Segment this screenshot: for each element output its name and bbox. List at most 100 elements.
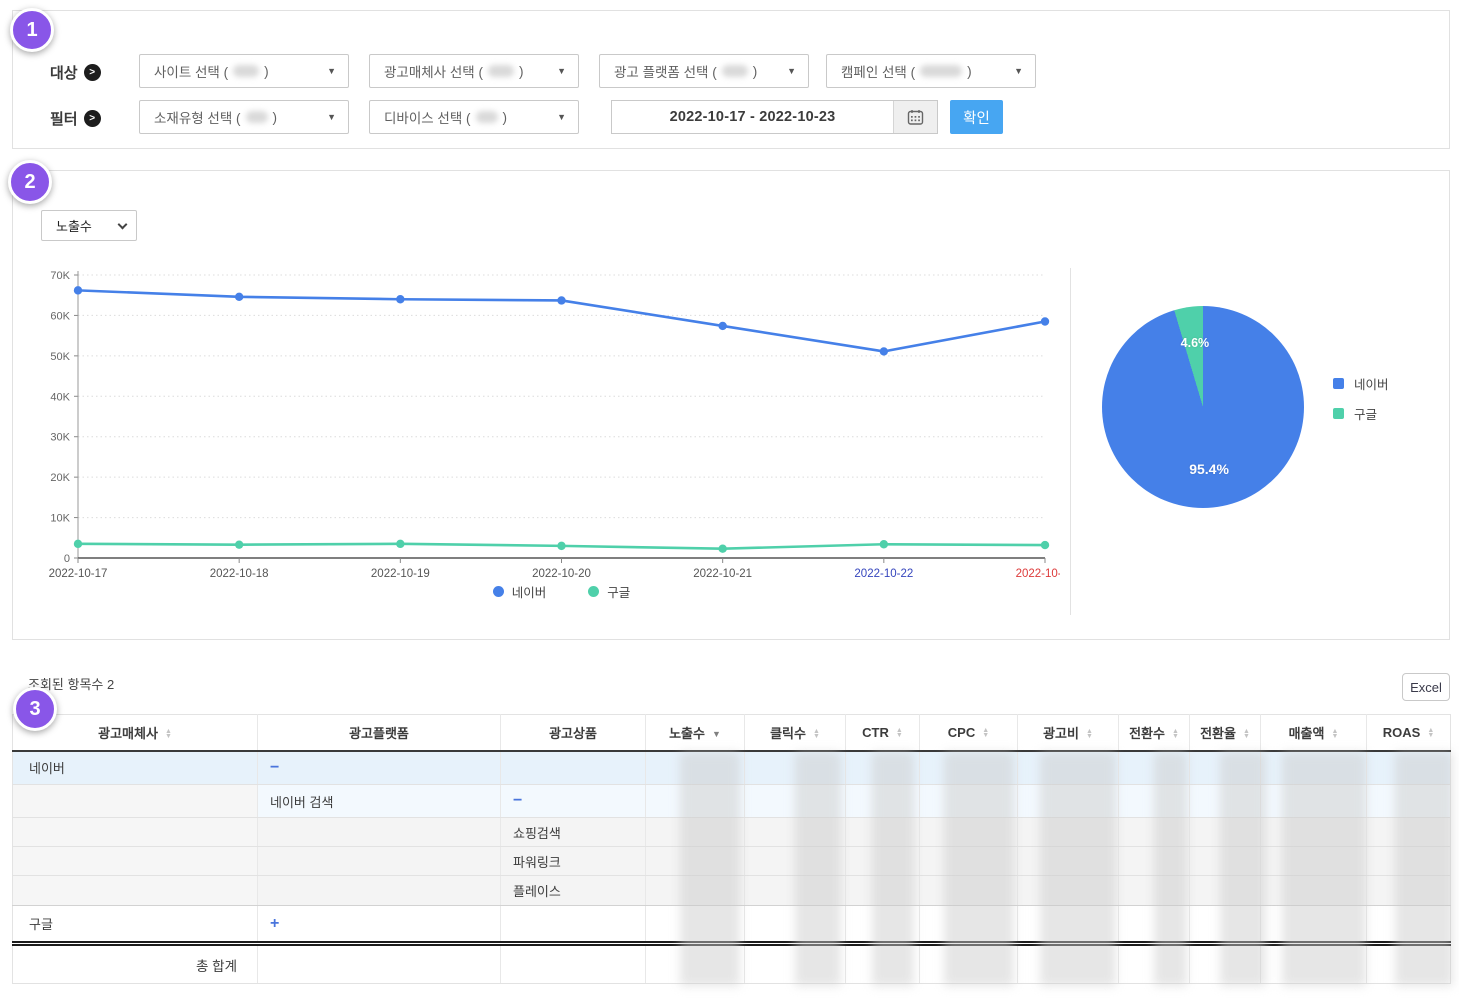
sort-icon: ▲▼ [1331,729,1338,740]
media-cell [13,818,258,847]
platform-select[interactable]: 광고 플랫폼 선택 () ▼ [599,54,809,88]
footer-cell [646,944,745,984]
caret-down-icon: ▼ [327,112,336,122]
redacted-cell [1018,876,1119,906]
collapse-icon[interactable]: − [270,759,279,776]
platform-cell[interactable]: + [258,906,501,944]
redacted-cell [1261,876,1367,906]
column-header-3[interactable]: 노출수▼ [646,715,745,751]
metric-select[interactable]: 노출수 [41,210,137,241]
expand-icon[interactable]: + [270,915,279,932]
product-cell: 파워링크 [501,847,646,876]
sort-icon: ▲▼ [1172,729,1179,740]
sort-desc-icon: ▼ [712,729,721,739]
masked-value [233,65,259,77]
chart-divider [1070,268,1071,615]
legend-item-google: 구글 [1333,404,1389,423]
redacted-cell [1119,906,1190,944]
redacted-cell [920,906,1018,944]
legend-item-google: 구글 [588,582,630,601]
target-label-text: 대상 [50,62,78,83]
calendar-icon-button[interactable] [893,101,937,133]
column-header-4[interactable]: 클릭수▲▼ [745,715,846,751]
redacted-cell [846,876,920,906]
chevron-right-circle-icon: > [84,64,101,81]
report-table-wrapper: 광고매체사▲▼광고플랫폼광고상품노출수▼클릭수▲▼CTR▲▼CPC▲▼광고비▲▼… [12,714,1450,984]
column-header-2: 광고상품 [501,715,646,751]
creative-type-select[interactable]: 소재유형 선택 () ▼ [139,100,349,134]
redacted-cell [1367,876,1451,906]
campaign-select[interactable]: 캠페인 선택 () ▼ [826,54,1036,88]
table-footer-row: 총 합계 [13,944,1451,984]
column-header-11[interactable]: ROAS▲▼ [1367,715,1451,751]
svg-text:60K: 60K [50,310,70,322]
line-chart: 010K20K30K40K50K60K70K2022-10-172022-10-… [30,266,1060,600]
media-cell [13,876,258,906]
redacted-cell [745,785,846,818]
device-select[interactable]: 디바이스 선택 () ▼ [369,100,579,134]
footer-cell [1119,944,1190,984]
footer-cell [258,944,501,984]
caret-down-icon: ▼ [557,112,566,122]
platform-cell[interactable]: − [258,751,501,785]
filter-row-label: 필터 > [50,108,101,129]
column-header-5[interactable]: CTR▲▼ [846,715,920,751]
media-cell [13,847,258,876]
redacted-cell [1119,847,1190,876]
product-cell [501,751,646,785]
table-header-row: 광고매체사▲▼광고플랫폼광고상품노출수▼클릭수▲▼CTR▲▼CPC▲▼광고비▲▼… [13,715,1451,751]
redacted-cell [1018,818,1119,847]
platform-cell: 네이버 검색 [258,785,501,818]
column-header-6[interactable]: CPC▲▼ [920,715,1018,751]
redacted-cell [920,785,1018,818]
sort-icon: ▲▼ [982,728,989,739]
legend-square-icon [1333,378,1344,389]
footer-cell [846,944,920,984]
footer-cell [1190,944,1261,984]
footer-label: 총 합계 [13,944,258,984]
footer-cell [745,944,846,984]
redacted-cell [1367,818,1451,847]
legend-item-naver: 네이버 [1333,374,1389,393]
redacted-cell [846,751,920,785]
redacted-cell [745,818,846,847]
chevron-down-icon [118,219,128,229]
redacted-cell [1119,818,1190,847]
confirm-button[interactable]: 확인 [950,100,1003,134]
legend-dot-icon [493,586,504,597]
excel-export-button[interactable]: Excel [1402,673,1450,701]
table-row: 구글+ [13,906,1451,944]
redacted-cell [1190,751,1261,785]
site-select[interactable]: 사이트 선택 () ▼ [139,54,349,88]
product-cell: 쇼핑검색 [501,818,646,847]
redacted-cell [920,818,1018,847]
redacted-cell [920,751,1018,785]
svg-text:2022-10-23: 2022-10-23 [1016,568,1060,580]
redacted-cell [920,876,1018,906]
metric-select-value: 노출수 [56,216,92,235]
redacted-cell [1119,785,1190,818]
redacted-cell [1018,847,1119,876]
collapse-icon[interactable]: − [513,792,522,809]
column-header-7[interactable]: 광고비▲▼ [1018,715,1119,751]
column-header-8[interactable]: 전환수▲▼ [1119,715,1190,751]
footer-cell [1018,944,1119,984]
redacted-cell [846,906,920,944]
product-cell[interactable]: − [501,785,646,818]
redacted-cell [1367,906,1451,944]
table-row: 네이버− [13,751,1451,785]
pie-chart: 95.4% 4.6% [1102,306,1304,508]
sort-icon: ▲▼ [1427,728,1434,739]
caret-down-icon: ▼ [327,66,336,76]
date-range-picker[interactable]: 2022-10-17 - 2022-10-23 [611,100,938,134]
redacted-cell [1261,906,1367,944]
legend-dot-icon [588,586,599,597]
sort-icon: ▲▼ [1086,729,1093,740]
redacted-cell [646,876,745,906]
chevron-right-circle-icon: > [84,110,101,127]
redacted-cell [1018,751,1119,785]
media-select[interactable]: 광고매체사 선택 () ▼ [369,54,579,88]
redacted-cell [1119,751,1190,785]
column-header-9[interactable]: 전환율▲▼ [1190,715,1261,751]
column-header-10[interactable]: 매출액▲▼ [1261,715,1367,751]
